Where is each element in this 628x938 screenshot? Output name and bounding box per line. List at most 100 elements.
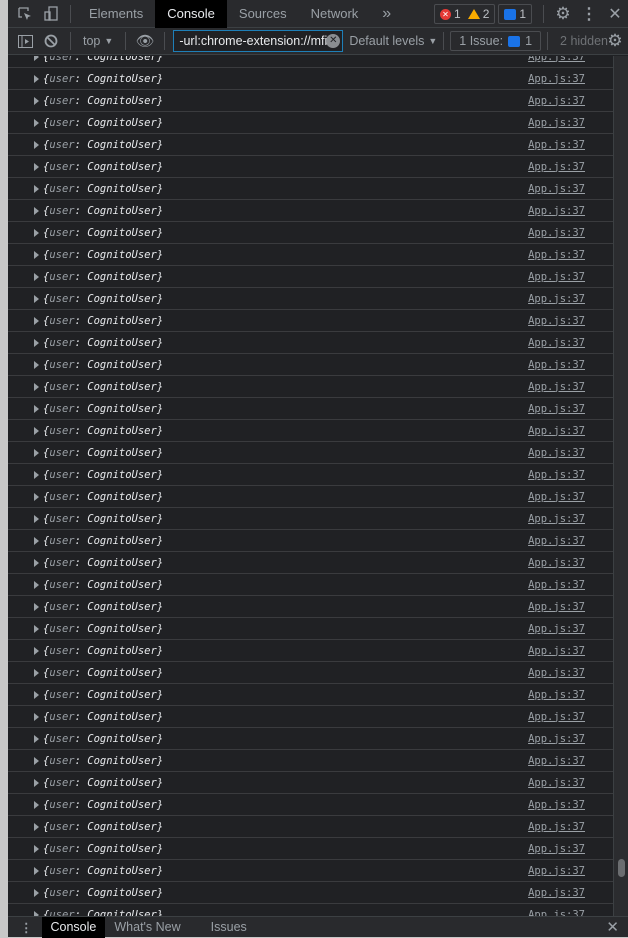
expand-triangle-icon[interactable] [34,207,39,215]
drawer-tab-console[interactable]: Console [41,916,106,938]
log-row[interactable]: {user: CognitoUser} App.js:37 [8,772,613,794]
log-message[interactable]: {user: CognitoUser} [43,359,163,371]
expand-triangle-icon[interactable] [34,75,39,83]
source-link[interactable]: App.js:37 [528,95,585,107]
drawer-tab-whats-new[interactable]: What's New [105,917,189,938]
log-message[interactable]: {user: CognitoUser} [43,183,163,195]
log-row[interactable]: {user: CognitoUser} App.js:37 [8,354,613,376]
drawer-menu-button[interactable]: ⋮ [8,917,42,938]
log-row[interactable]: {user: CognitoUser} App.js:37 [8,574,613,596]
log-message[interactable]: {user: CognitoUser} [43,403,163,415]
log-message[interactable]: {user: CognitoUser} [43,161,163,173]
source-link[interactable]: App.js:37 [528,667,585,679]
expand-triangle-icon[interactable] [34,56,39,61]
device-toolbar-button[interactable] [38,0,64,28]
expand-triangle-icon[interactable] [34,383,39,391]
tab-console[interactable]: Console [155,0,227,28]
log-row[interactable]: {user: CognitoUser} App.js:37 [8,200,613,222]
source-link[interactable]: App.js:37 [528,579,585,591]
log-message[interactable]: {user: CognitoUser} [43,425,163,437]
log-message[interactable]: {user: CognitoUser} [43,271,163,283]
log-row[interactable]: {user: CognitoUser} App.js:37 [8,904,613,916]
source-link[interactable]: App.js:37 [528,535,585,547]
expand-triangle-icon[interactable] [34,185,39,193]
expand-triangle-icon[interactable] [34,779,39,787]
tab-network[interactable]: Network [299,0,371,28]
source-link[interactable]: App.js:37 [528,887,585,899]
log-row[interactable]: {user: CognitoUser} App.js:37 [8,860,613,882]
expand-triangle-icon[interactable] [34,559,39,567]
log-message[interactable]: {user: CognitoUser} [43,535,163,547]
log-message[interactable]: {user: CognitoUser} [43,733,163,745]
log-message[interactable]: {user: CognitoUser} [43,337,163,349]
log-message[interactable]: {user: CognitoUser} [43,227,163,239]
expand-triangle-icon[interactable] [34,889,39,897]
source-link[interactable]: App.js:37 [528,117,585,129]
source-link[interactable]: App.js:37 [528,865,585,877]
expand-triangle-icon[interactable] [34,119,39,127]
log-message[interactable]: {user: CognitoUser} [43,56,163,63]
log-row[interactable]: {user: CognitoUser} App.js:37 [8,222,613,244]
expand-triangle-icon[interactable] [34,339,39,347]
log-row[interactable]: {user: CognitoUser} App.js:37 [8,156,613,178]
log-row[interactable]: {user: CognitoUser} App.js:37 [8,420,613,442]
source-link[interactable]: App.js:37 [528,205,585,217]
log-row[interactable]: {user: CognitoUser} App.js:37 [8,508,613,530]
console-settings-button[interactable]: ⚙ [602,27,628,55]
expand-triangle-icon[interactable] [34,405,39,413]
source-link[interactable]: App.js:37 [528,799,585,811]
log-message[interactable]: {user: CognitoUser} [43,73,163,85]
log-row[interactable]: {user: CognitoUser} App.js:37 [8,552,613,574]
log-row[interactable]: {user: CognitoUser} App.js:37 [8,882,613,904]
expand-triangle-icon[interactable] [34,581,39,589]
source-link[interactable]: App.js:37 [528,513,585,525]
source-link[interactable]: App.js:37 [528,645,585,657]
expand-triangle-icon[interactable] [34,471,39,479]
source-link[interactable]: App.js:37 [528,469,585,481]
log-row[interactable]: {user: CognitoUser} App.js:37 [8,728,613,750]
inspect-element-button[interactable] [12,0,38,28]
error-warning-badge[interactable]: ✕ 1 2 [434,4,496,24]
log-message[interactable]: {user: CognitoUser} [43,865,163,877]
source-link[interactable]: App.js:37 [528,601,585,613]
log-row[interactable]: {user: CognitoUser} App.js:37 [8,838,613,860]
log-row[interactable]: {user: CognitoUser} App.js:37 [8,486,613,508]
log-row[interactable]: {user: CognitoUser} App.js:37 [8,90,613,112]
expand-triangle-icon[interactable] [34,537,39,545]
tab-elements[interactable]: Elements [77,0,155,28]
log-message[interactable]: {user: CognitoUser} [43,711,163,723]
source-link[interactable]: App.js:37 [528,777,585,789]
log-message[interactable]: {user: CognitoUser} [43,821,163,833]
log-message[interactable]: {user: CognitoUser} [43,887,163,899]
log-row[interactable]: {user: CognitoUser} App.js:37 [8,684,613,706]
source-link[interactable]: App.js:37 [528,56,585,63]
expand-triangle-icon[interactable] [34,669,39,677]
log-row[interactable]: {user: CognitoUser} App.js:37 [8,794,613,816]
log-row[interactable]: {user: CognitoUser} App.js:37 [8,816,613,838]
source-link[interactable]: App.js:37 [528,337,585,349]
log-row[interactable]: {user: CognitoUser} App.js:37 [8,530,613,552]
log-message[interactable]: {user: CognitoUser} [43,667,163,679]
log-message[interactable]: {user: CognitoUser} [43,755,163,767]
log-row[interactable]: {user: CognitoUser} App.js:37 [8,134,613,156]
settings-button[interactable]: ⚙ [550,0,576,28]
expand-triangle-icon[interactable] [34,735,39,743]
expand-triangle-icon[interactable] [34,141,39,149]
messages-badge[interactable]: 1 [498,4,533,24]
source-link[interactable]: App.js:37 [528,733,585,745]
log-row[interactable]: {user: CognitoUser} App.js:37 [8,288,613,310]
source-link[interactable]: App.js:37 [528,623,585,635]
source-link[interactable]: App.js:37 [528,843,585,855]
source-link[interactable]: App.js:37 [528,909,585,917]
source-link[interactable]: App.js:37 [528,557,585,569]
expand-triangle-icon[interactable] [34,757,39,765]
tab-sources[interactable]: Sources [227,0,299,28]
expand-triangle-icon[interactable] [34,97,39,105]
log-row[interactable]: {user: CognitoUser} App.js:37 [8,442,613,464]
log-row[interactable]: {user: CognitoUser} App.js:37 [8,310,613,332]
log-message[interactable]: {user: CognitoUser} [43,381,163,393]
expand-triangle-icon[interactable] [34,603,39,611]
show-sidebar-button[interactable] [12,27,38,55]
log-message[interactable]: {user: CognitoUser} [43,623,163,635]
log-message[interactable]: {user: CognitoUser} [43,689,163,701]
